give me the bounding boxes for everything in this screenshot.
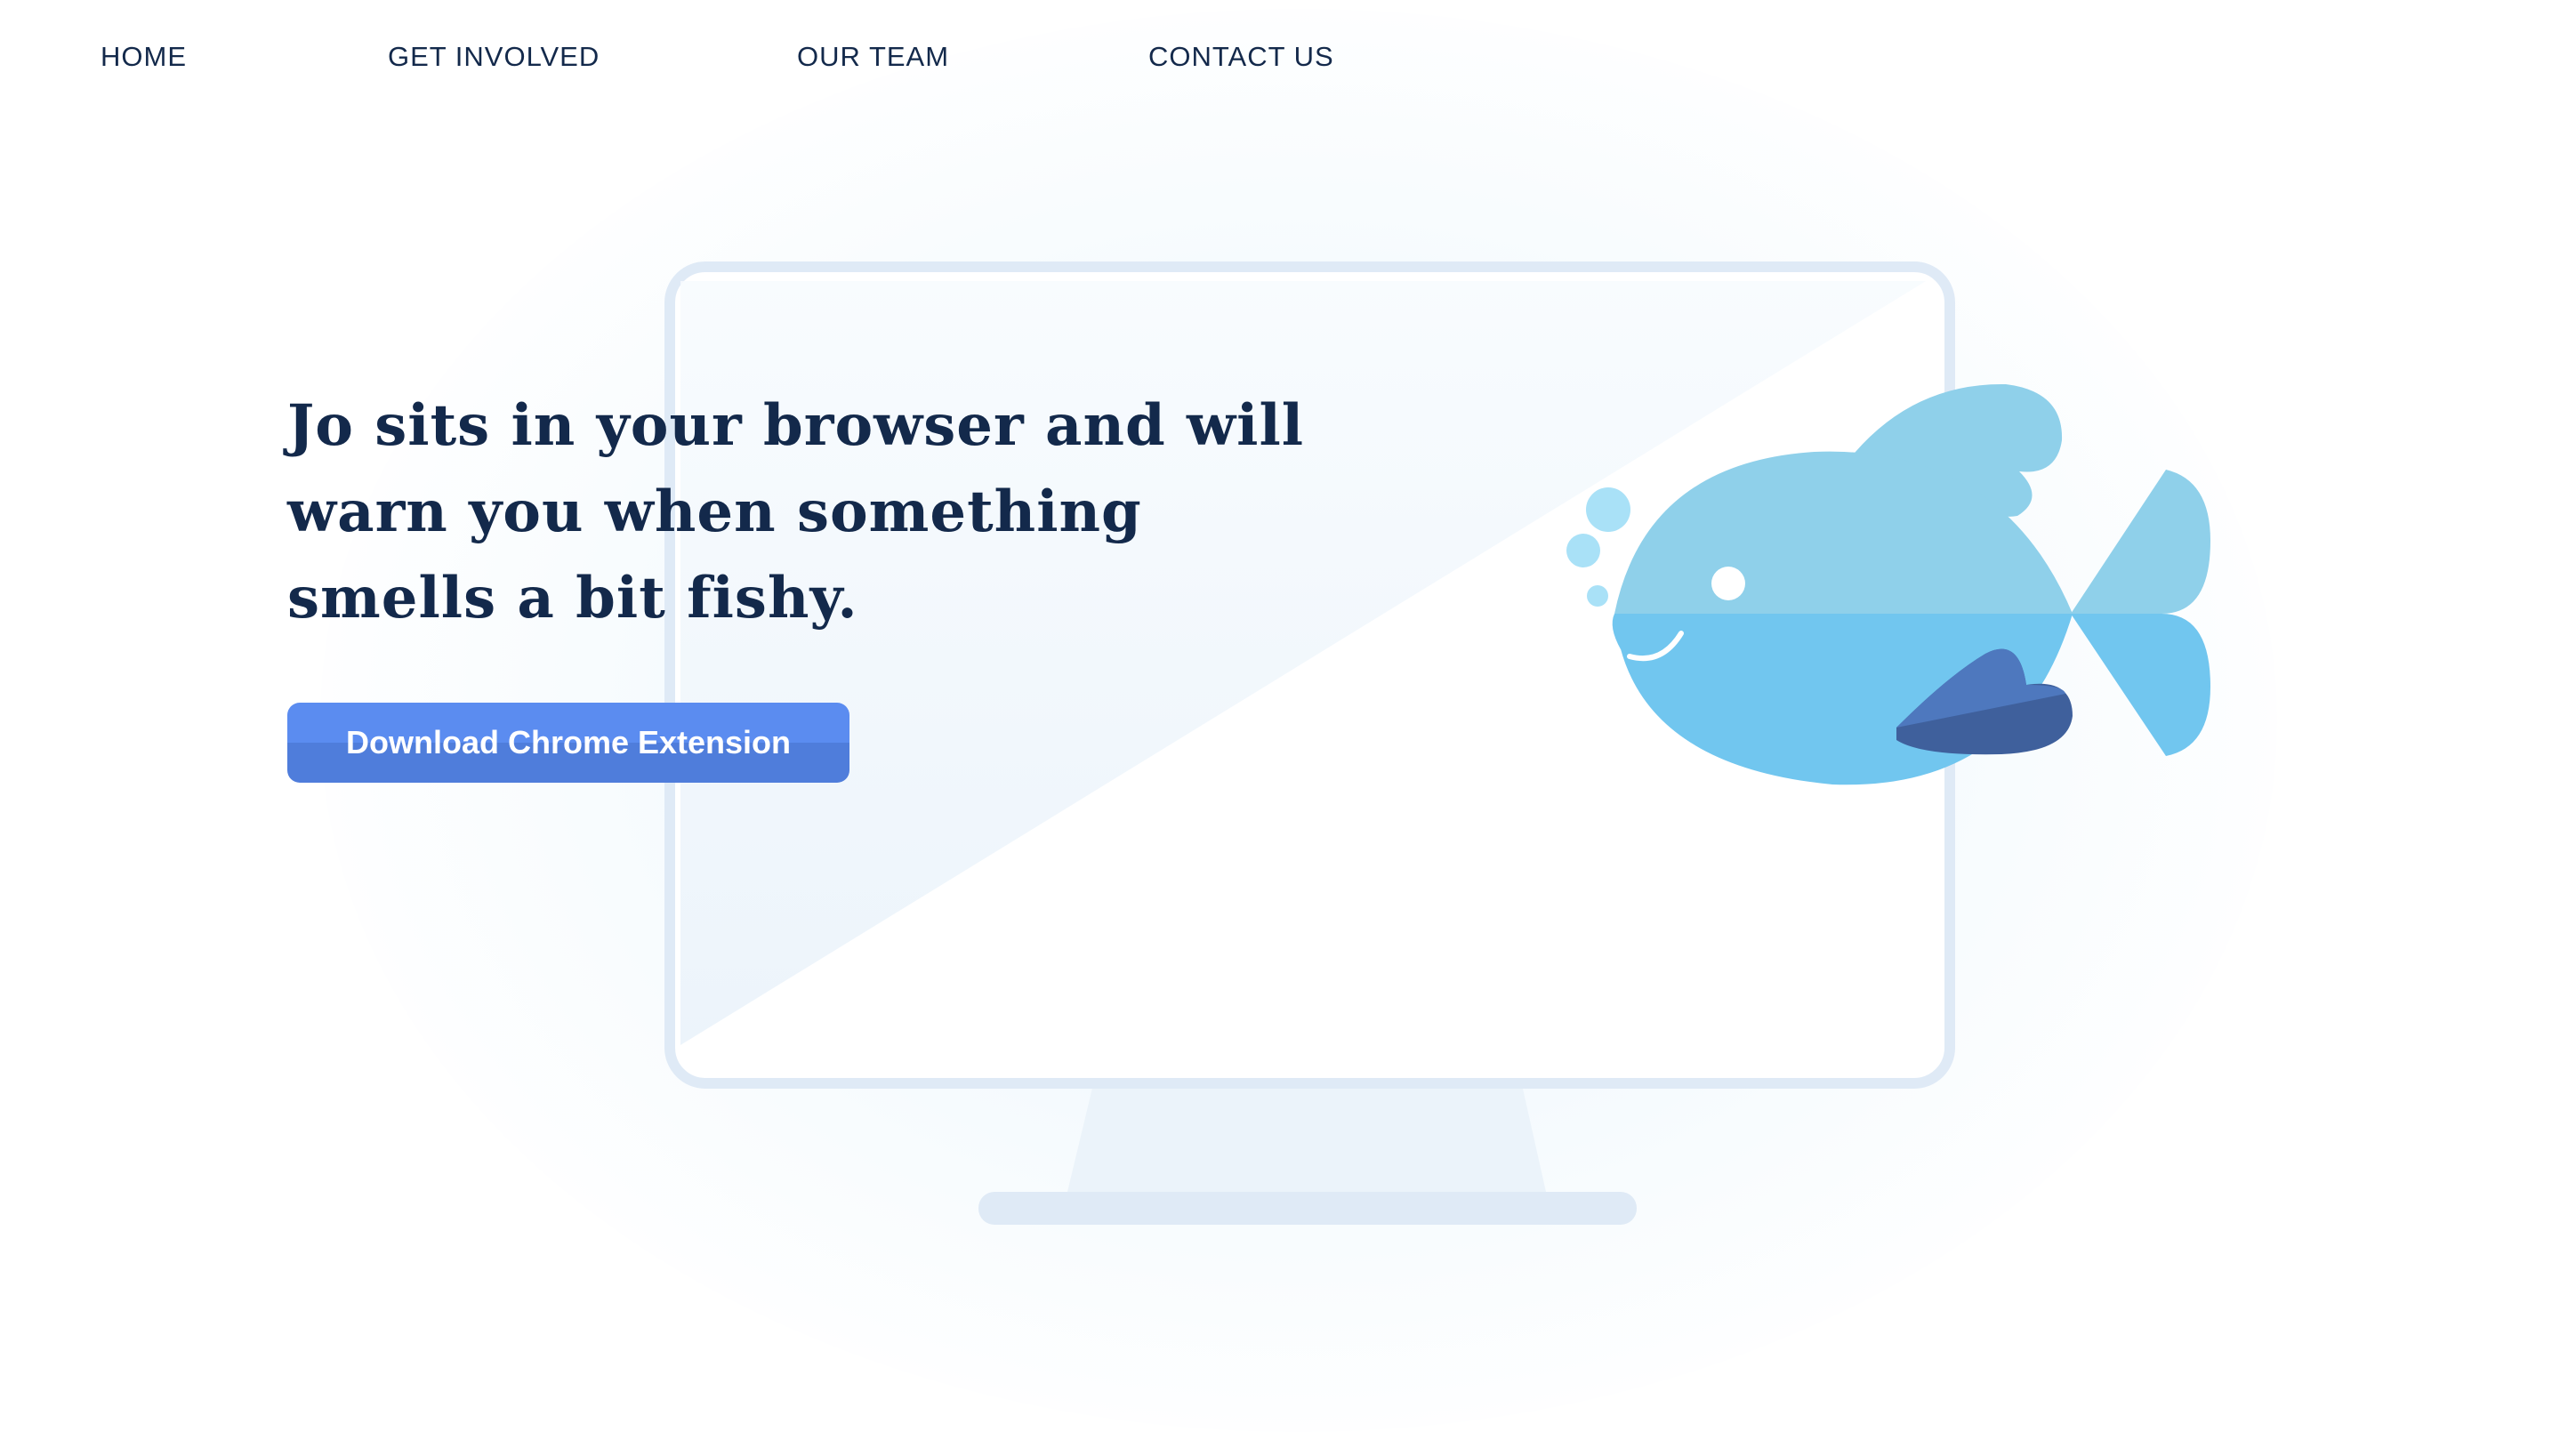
- nav-get-involved[interactable]: GET INVOLVED: [388, 41, 600, 73]
- download-chrome-extension-button[interactable]: Download Chrome Extension: [287, 703, 849, 783]
- hero-headline-line-1: Jo sits in your browser and will: [287, 392, 1305, 459]
- nav-home[interactable]: HOME: [101, 41, 187, 73]
- hero-headline-line-2: warn you when something: [287, 479, 1142, 545]
- hero-headline-line-3: smells a bit fishy.: [287, 565, 858, 631]
- nav-our-team[interactable]: OUR TEAM: [797, 41, 949, 73]
- hero-headline: Jo sits in your browser and will warn yo…: [287, 382, 1337, 641]
- landing-page: HOME GET INVOLVED OUR TEAM CONTACT US Jo…: [0, 0, 2560, 1456]
- main-nav: HOME GET INVOLVED OUR TEAM CONTACT US: [0, 41, 1512, 84]
- nav-contact-us[interactable]: CONTACT US: [1148, 41, 1334, 73]
